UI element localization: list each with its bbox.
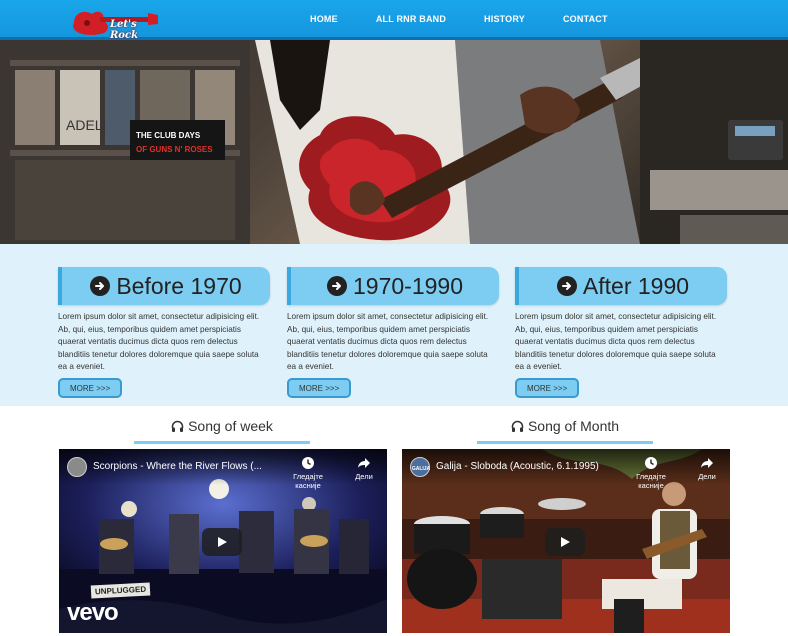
headphones-icon (171, 420, 184, 436)
share-label: Дели (355, 472, 373, 481)
era-description: Lorem ipsum dolor sit amet, consectetur … (58, 312, 260, 372)
era-header: Before 1970 (58, 267, 270, 305)
era-title: Before 1970 (116, 272, 242, 299)
share-button[interactable]: Дели (680, 456, 730, 481)
play-button[interactable] (545, 528, 585, 556)
play-icon (218, 537, 227, 547)
watch-later-label: Гледајте касније (293, 472, 323, 490)
nav-links: HOME ALL RNR BAND HISTORY CONTACT (310, 0, 646, 37)
song-of-month-heading: Song of Month (477, 418, 653, 444)
logo[interactable]: Let's Rock (70, 3, 160, 41)
vevo-logo: vevo (67, 599, 119, 626)
video-song-of-week[interactable]: Scorpions - Where the River Flows (... Г… (59, 449, 387, 633)
video-song-of-month[interactable]: GALIJA Galija - Sloboda (Acoustic, 6.1.1… (402, 449, 730, 633)
clock-icon (302, 457, 314, 469)
era-header: 1970-1990 (287, 267, 499, 305)
logo-text: Let's Rock (110, 19, 138, 41)
era-header: After 1990 (515, 267, 727, 305)
video-title[interactable]: Galija - Sloboda (Acoustic, 6.1.1995) (436, 461, 599, 472)
watch-later-button[interactable]: Гледајте касније (624, 456, 678, 490)
nav-home[interactable]: HOME (310, 14, 338, 24)
play-button[interactable] (202, 528, 242, 556)
song-heading-text: Song of Month (527, 418, 620, 434)
clock-icon (645, 457, 657, 469)
hero-image: ADELE THE CLUB DAYS OF GUNS N' ROSES (0, 40, 788, 244)
era-before-1970: Before 1970 Lorem ipsum dolor sit amet, … (58, 267, 270, 398)
play-icon (561, 537, 570, 547)
arrow-right-circle-icon (556, 276, 577, 296)
video-title[interactable]: Scorpions - Where the River Flows (... (93, 461, 262, 472)
more-button[interactable]: MORE >>> (515, 377, 580, 398)
era-description: Lorem ipsum dolor sit amet, consectetur … (287, 312, 489, 372)
era-after-1990: After 1990 Lorem ipsum dolor sit amet, c… (515, 267, 727, 398)
era-1970-1990: 1970-1990 Lorem ipsum dolor sit amet, co… (287, 267, 499, 398)
svg-text:THE CLUB DAYS: THE CLUB DAYS (136, 131, 201, 140)
channel-avatar[interactable] (67, 457, 87, 477)
nav-history[interactable]: HISTORY (484, 14, 525, 24)
era-title: 1970-1990 (353, 272, 463, 299)
arrow-right-circle-icon (90, 276, 111, 296)
hero-carousel[interactable]: ADELE THE CLUB DAYS OF GUNS N' ROSES (0, 40, 788, 244)
svg-text:OF GUNS N' ROSES: OF GUNS N' ROSES (136, 145, 213, 154)
era-title: After 1990 (582, 272, 690, 299)
channel-avatar-label: GALIJA (412, 466, 431, 472)
share-label: Дели (698, 472, 716, 481)
nav-all-rnr-band[interactable]: ALL RNR BAND (376, 14, 446, 24)
share-icon (358, 458, 370, 468)
era-description: Lorem ipsum dolor sit amet, consectetur … (515, 312, 717, 372)
watch-later-button[interactable]: Гледајте касније (281, 456, 335, 490)
more-button[interactable]: MORE >>> (58, 377, 123, 398)
heading-underline (477, 441, 653, 444)
arrow-right-circle-icon (327, 276, 347, 296)
song-of-week-heading: Song of week (134, 418, 310, 444)
share-icon (701, 458, 713, 468)
nav-contact[interactable]: CONTACT (563, 14, 608, 24)
headphones-icon (511, 420, 524, 436)
heading-underline (134, 441, 310, 444)
song-heading-text: Song of week (188, 418, 273, 434)
eras-section: Before 1970 Lorem ipsum dolor sit amet, … (0, 244, 788, 406)
share-button[interactable]: Дели (337, 456, 387, 481)
navbar: Let's Rock HOME ALL RNR BAND HISTORY CON… (0, 0, 788, 41)
more-button[interactable]: MORE >>> (287, 377, 352, 398)
channel-avatar[interactable]: GALIJA (410, 457, 431, 477)
watch-later-label: Гледајте касније (636, 472, 666, 490)
